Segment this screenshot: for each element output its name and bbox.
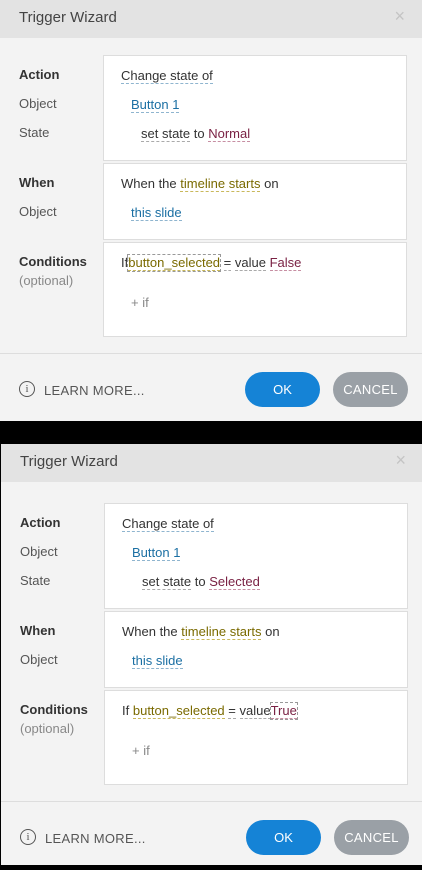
when-box: When the timeline starts on this slide — [103, 163, 407, 240]
variable-dropdown[interactable]: button_selected — [127, 254, 222, 272]
action-dropdown[interactable]: Change state of — [122, 516, 214, 532]
set-state-dropdown[interactable]: set state — [141, 126, 191, 142]
close-icon[interactable]: × — [394, 6, 405, 27]
to-text: to — [193, 126, 205, 141]
dialog-title: Trigger Wizard — [20, 453, 118, 470]
value-type-dropdown[interactable]: value — [239, 703, 271, 719]
operator-dropdown[interactable]: = — [228, 703, 236, 719]
when-label: When — [19, 175, 55, 190]
value-dropdown[interactable]: True — [269, 702, 298, 720]
if-text: If — [122, 703, 130, 718]
state-label: State — [20, 573, 51, 588]
object-dropdown[interactable]: Button 1 — [132, 545, 181, 561]
learn-more-link[interactable]: LEARN MORE... — [44, 383, 145, 398]
action-box: Change state of Button 1 set state to No… — [103, 55, 407, 161]
event-dropdown[interactable]: timeline starts — [180, 176, 261, 192]
when-suffix: on — [264, 176, 279, 191]
action-label: Action — [20, 515, 61, 530]
conditions-box: If button_selected = valueTrue + if — [104, 690, 408, 785]
action-box: Change state of Button 1 set state to Se… — [104, 503, 408, 609]
add-if-button[interactable]: + if — [132, 743, 150, 758]
when-object-dropdown[interactable]: this slide — [131, 205, 182, 221]
state-label: State — [19, 125, 50, 140]
value-dropdown[interactable]: False — [269, 255, 302, 271]
cancel-button[interactable]: CANCEL — [334, 820, 409, 855]
cancel-button[interactable]: CANCEL — [333, 372, 408, 407]
trigger-wizard-dialog: Trigger Wizard × Action Object State Cha… — [1, 444, 422, 865]
learn-more-link[interactable]: LEARN MORE... — [45, 831, 146, 846]
variable-dropdown[interactable]: button_selected — [132, 703, 225, 719]
state-dropdown[interactable]: Selected — [209, 574, 260, 590]
info-icon[interactable]: i — [19, 381, 35, 397]
conditions-section: Conditions (optional) If button_selected… — [1, 690, 422, 785]
object-dropdown[interactable]: Button 1 — [131, 97, 180, 113]
when-section: When Object When the timeline starts on … — [1, 611, 422, 688]
when-section: When Object When the timeline starts on … — [0, 163, 422, 240]
event-dropdown[interactable]: timeline starts — [181, 624, 262, 640]
when-prefix: When the — [121, 176, 177, 191]
object-label: Object — [19, 96, 57, 111]
set-state-dropdown[interactable]: set state — [142, 574, 192, 590]
conditions-label: Conditions — [20, 702, 88, 717]
operator-dropdown[interactable]: = — [223, 255, 232, 271]
when-object-dropdown[interactable]: this slide — [132, 653, 183, 669]
conditions-optional-label: (optional) — [19, 273, 74, 288]
trigger-wizard-dialog: Trigger Wizard × Action Object State Cha… — [0, 0, 422, 421]
when-box: When the timeline starts on this slide — [104, 611, 408, 688]
title-bar: Trigger Wizard × — [0, 0, 422, 38]
when-label: When — [20, 623, 56, 638]
dialog-title: Trigger Wizard — [19, 9, 117, 26]
when-object-label: Object — [20, 652, 58, 667]
action-dropdown[interactable]: Change state of — [121, 68, 213, 84]
value-type-dropdown[interactable]: value — [234, 255, 266, 271]
ok-button[interactable]: OK — [246, 820, 321, 855]
conditions-label: Conditions — [19, 254, 87, 269]
conditions-optional-label: (optional) — [20, 721, 75, 736]
add-if-button[interactable]: + if — [131, 295, 149, 310]
object-label: Object — [20, 544, 58, 559]
to-text: to — [194, 574, 206, 589]
action-label: Action — [19, 67, 60, 82]
ok-button[interactable]: OK — [245, 372, 320, 407]
dialog-footer: i LEARN MORE... OK CANCEL — [0, 353, 422, 422]
action-section: Action Object State Change state of Butt… — [0, 55, 422, 161]
conditions-section: Conditions (optional) Ifbutton_selected … — [0, 242, 422, 337]
conditions-box: Ifbutton_selected = value False + if — [103, 242, 407, 337]
info-icon[interactable]: i — [20, 829, 36, 845]
dialog-footer: i LEARN MORE... OK CANCEL — [1, 801, 422, 870]
state-dropdown[interactable]: Normal — [208, 126, 251, 142]
action-section: Action Object State Change state of Butt… — [1, 503, 422, 609]
close-icon[interactable]: × — [395, 450, 406, 471]
when-prefix: When the — [122, 624, 178, 639]
when-object-label: Object — [19, 204, 57, 219]
title-bar: Trigger Wizard × — [1, 444, 422, 482]
when-suffix: on — [265, 624, 280, 639]
